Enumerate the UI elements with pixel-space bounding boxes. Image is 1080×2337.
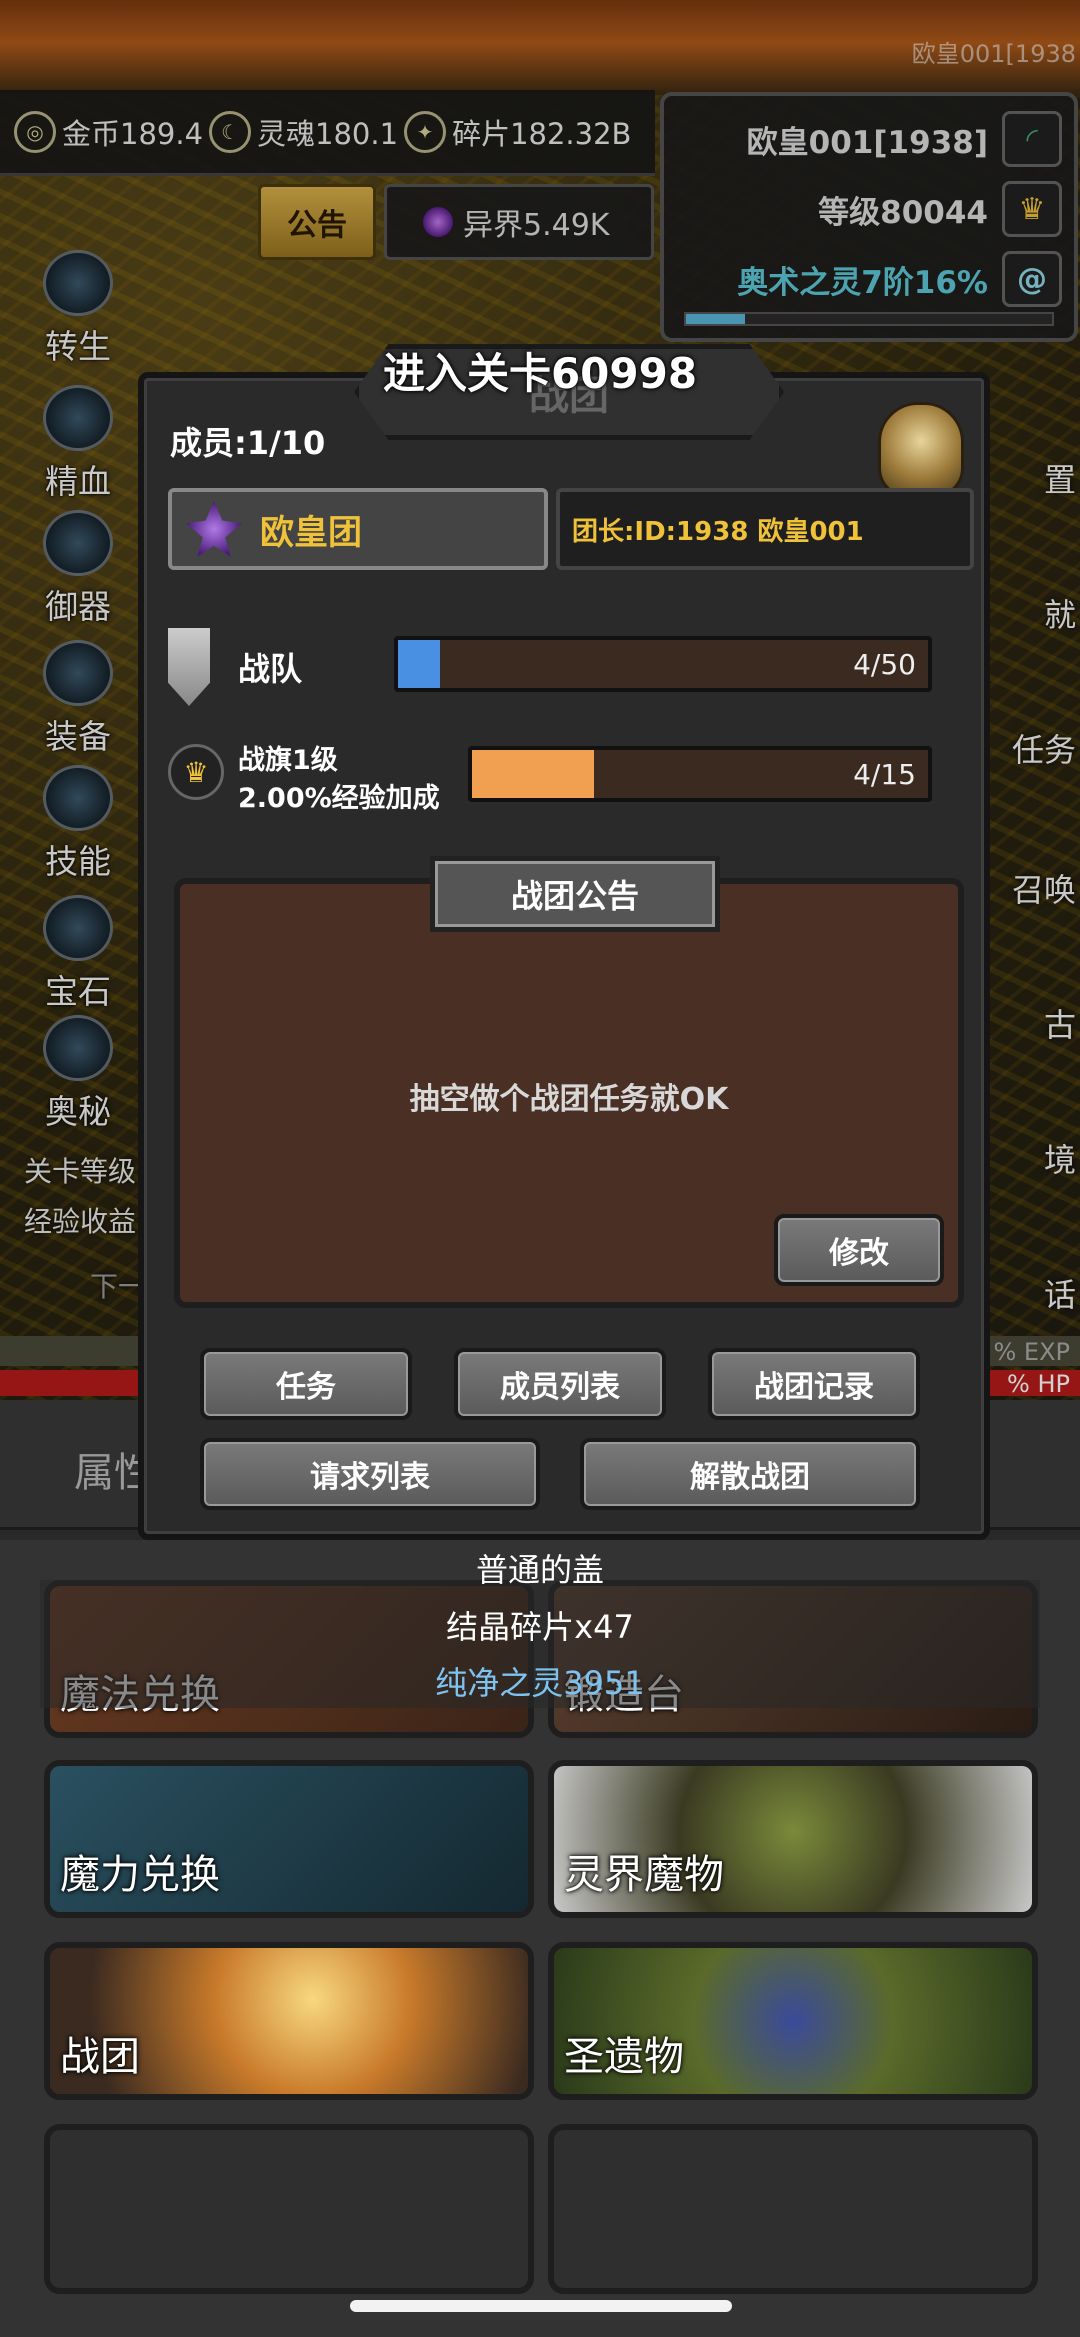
- reward-line-3: 纯净之灵3951: [435, 1664, 645, 1702]
- team-progress-fill: [398, 640, 441, 688]
- request-list-button[interactable]: 请求列表: [200, 1438, 540, 1510]
- card-mana-exchange[interactable]: 魔力兑换: [44, 1760, 534, 1918]
- flag-progress-fill: [472, 750, 594, 798]
- card-label: 战团: [60, 2034, 140, 2080]
- member-list-button[interactable]: 成员列表: [454, 1348, 666, 1420]
- reward-line-1: 普通的盖: [475, 1551, 604, 1589]
- team-label: 战队: [238, 650, 303, 688]
- card-label: 灵界魔物: [564, 1852, 724, 1898]
- edit-notice-button[interactable]: 修改: [774, 1214, 944, 1286]
- card-relics[interactable]: 圣遗物: [548, 1942, 1038, 2100]
- stage-entry-banner: 进入关卡60998: [382, 349, 698, 398]
- guild-notice-text: 抽空做个战团任务就OK: [409, 1082, 729, 1117]
- guild-notice-panel: 战团公告 抽空做个战团任务就OK 修改: [174, 856, 964, 1308]
- shield-icon: [168, 628, 210, 706]
- tasks-button[interactable]: 任务: [200, 1348, 412, 1420]
- card-label: 魔力兑换: [60, 1852, 220, 1898]
- guild-emblem-icon[interactable]: [878, 402, 964, 498]
- team-progress-value: 4/50: [853, 648, 916, 681]
- guild-crest-icon: [186, 501, 242, 557]
- member-count: 成员:1/10: [170, 424, 326, 462]
- flag-level: 战旗1级: [238, 745, 338, 776]
- flag-row: ♛ 战旗1级 2.00%经验加成 4/15: [168, 738, 968, 814]
- crown-badge-icon: ♛: [168, 744, 224, 800]
- disband-guild-button[interactable]: 解散战团: [580, 1438, 920, 1510]
- card-guild[interactable]: 战团: [44, 1942, 534, 2100]
- guild-name-box[interactable]: 欧皇团: [168, 488, 548, 570]
- card-empty-right: [548, 2124, 1038, 2294]
- team-row: 战队 4/50: [168, 628, 968, 706]
- guild-log-button[interactable]: 战团记录: [708, 1348, 920, 1420]
- card-label: 圣遗物: [564, 2034, 684, 2080]
- guild-name: 欧皇团: [260, 512, 362, 553]
- guild-leader: 团长:ID:1938 欧皇001: [572, 516, 864, 547]
- flag-progress-bar: 4/15: [468, 746, 932, 802]
- guild-dialog: 战团 成员:1/10 欧皇团 团长:ID:1938 欧皇001 战队 4/50 …: [138, 344, 990, 1540]
- team-progress-bar: 4/50: [394, 636, 932, 692]
- guild-leader-box: 团长:ID:1938 欧皇001: [556, 488, 974, 570]
- guild-notice-title: 战团公告: [430, 856, 720, 932]
- flag-bonus: 2.00%经验加成: [238, 783, 440, 814]
- reward-line-2: 结晶碎片x47: [446, 1608, 634, 1646]
- card-empty-left: [44, 2124, 534, 2294]
- card-spirit-monsters[interactable]: 灵界魔物: [548, 1760, 1038, 1918]
- flag-progress-value: 4/15: [853, 758, 916, 791]
- home-indicator[interactable]: [350, 2300, 732, 2312]
